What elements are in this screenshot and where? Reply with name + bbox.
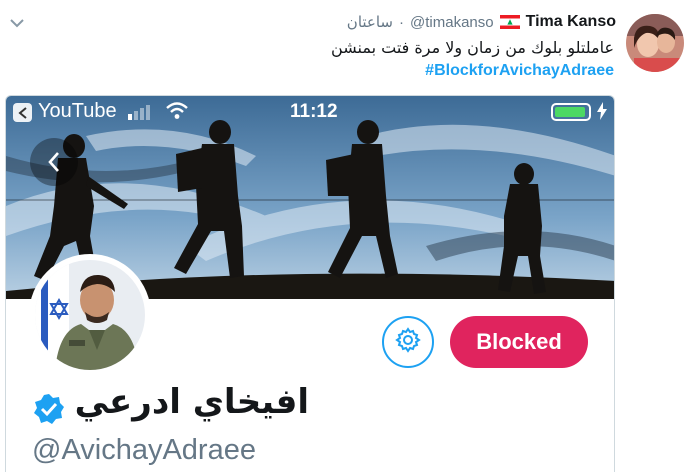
charging-bolt-icon <box>597 102 607 120</box>
profile-handle: @AvichayAdraee <box>32 434 256 466</box>
tweet-header: Tima Kanso @timakanso · ساعتان <box>347 13 616 31</box>
back-arrow-icon[interactable] <box>30 138 78 186</box>
cellular-signal-icon <box>128 104 150 120</box>
ios-status-bar: YouTube 11:12 <box>6 96 614 128</box>
profile-avatar[interactable] <box>29 254 151 376</box>
battery-level-fill <box>555 107 586 117</box>
lebanon-flag-icon <box>499 15 520 29</box>
back-to-app-label[interactable]: YouTube <box>38 100 117 123</box>
author-handle[interactable]: @timakanso <box>410 14 494 31</box>
wifi-icon <box>166 102 188 120</box>
profile-display-name: افيخاي ادرعي <box>74 382 309 422</box>
separator-dot: · <box>399 13 404 31</box>
author-name[interactable]: Tima Kanso <box>526 13 616 31</box>
tweet-text: عاملتلو بلوك من زمان ولا مرة فتت بمنشن <box>331 38 614 57</box>
hashtag-link[interactable]: #BlockforAvichayAdraee <box>425 62 614 80</box>
settings-gear-button[interactable] <box>382 316 434 368</box>
tweet-menu-chevron-down-icon[interactable] <box>8 14 26 32</box>
gear-icon <box>395 326 421 358</box>
back-to-app-icon[interactable] <box>13 103 32 122</box>
blocked-button[interactable]: Blocked <box>450 316 588 368</box>
battery-icon <box>551 103 591 121</box>
verified-badge-icon <box>33 393 65 425</box>
author-avatar[interactable] <box>626 14 684 72</box>
tweet-timestamp[interactable]: ساعتان <box>347 13 393 31</box>
status-bar-time: 11:12 <box>290 101 338 122</box>
embedded-screenshot[interactable]: YouTube 11:12 Blocked افيخاي ادرعي @Avic… <box>5 95 615 472</box>
